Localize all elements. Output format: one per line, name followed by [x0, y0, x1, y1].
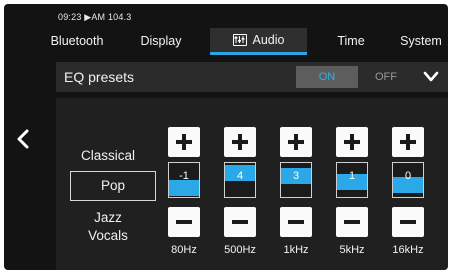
band-level-slider[interactable]: 4	[224, 162, 256, 198]
increase-button[interactable]	[224, 127, 256, 157]
plus-icon	[232, 134, 248, 150]
tab-label: System	[400, 34, 442, 48]
decrease-button[interactable]	[392, 207, 424, 237]
minus-icon	[344, 220, 360, 224]
eq-off-button[interactable]: OFF	[366, 66, 406, 88]
minus-icon	[400, 220, 416, 224]
status-bar-text: 09:23 ▶AM 104.3	[58, 12, 132, 22]
plus-icon	[176, 134, 192, 150]
tab-time[interactable]: Time	[326, 28, 376, 55]
increase-button[interactable]	[168, 127, 200, 157]
minus-icon	[176, 220, 192, 224]
preset-pop[interactable]: Pop	[70, 171, 156, 201]
tab-label: Time	[337, 34, 365, 48]
band-level-slider[interactable]: 3	[280, 162, 312, 198]
preset-jazz[interactable]: Jazz	[66, 210, 150, 225]
increase-button[interactable]	[280, 127, 312, 157]
eq-on-button[interactable]: ON	[296, 66, 358, 88]
band-level-slider[interactable]: -1	[168, 162, 200, 198]
plus-icon	[400, 134, 416, 150]
plus-icon	[344, 134, 360, 150]
band-value: -1	[179, 170, 189, 182]
band-value: 4	[236, 170, 244, 182]
equalizer-icon	[232, 34, 247, 46]
tab-display[interactable]: Display	[130, 28, 192, 55]
minus-icon	[288, 220, 304, 224]
minus-icon	[232, 220, 248, 224]
increase-button[interactable]	[336, 127, 368, 157]
preset-vocals[interactable]: Vocals	[66, 228, 150, 243]
tab-audio[interactable]: Audio	[210, 28, 307, 55]
plus-icon	[288, 134, 304, 150]
decrease-button[interactable]	[168, 207, 200, 237]
band-frequency-label: 1kHz	[283, 244, 309, 256]
band-value: 1	[348, 170, 356, 182]
band-frequency-label: 80Hz	[171, 244, 197, 256]
chevron-down-icon[interactable]	[422, 70, 440, 84]
decrease-button[interactable]	[224, 207, 256, 237]
screen: 09:23 ▶AM 104.3 Bluetooth Display Audio …	[0, 0, 452, 276]
tab-label: Audio	[252, 33, 285, 47]
band-frequency-label: 16kHz	[392, 244, 424, 256]
back-arrow-icon[interactable]	[12, 124, 34, 154]
band-level-slider[interactable]: 1	[336, 162, 368, 198]
decrease-button[interactable]	[336, 207, 368, 237]
tab-bluetooth[interactable]: Bluetooth	[44, 28, 110, 55]
band-value: 3	[292, 170, 300, 182]
band-value: 0	[404, 170, 412, 182]
decrease-button[interactable]	[280, 207, 312, 237]
tab-label: Display	[140, 34, 182, 48]
equalizer-panel: Classical Pop Jazz Vocals -1 80Hz 4 500Hz 3 1…	[56, 98, 448, 270]
tab-label: Bluetooth	[50, 34, 104, 48]
audio-settings-panel: 09:23 ▶AM 104.3 Bluetooth Display Audio …	[4, 4, 448, 270]
band-frequency-label: 5kHz	[339, 244, 365, 256]
eq-presets-title: EQ presets	[64, 69, 135, 85]
increase-button[interactable]	[392, 127, 424, 157]
eq-presets-header: EQ presets ON OFF	[56, 62, 448, 92]
tab-system[interactable]: System	[394, 28, 448, 55]
band-frequency-label: 500Hz	[224, 244, 256, 256]
settings-tabs: Bluetooth Display Audio Time System	[44, 28, 448, 55]
band-level-fill	[169, 180, 199, 196]
band-level-slider[interactable]: 0	[392, 162, 424, 198]
preset-classical[interactable]: Classical	[66, 148, 150, 163]
